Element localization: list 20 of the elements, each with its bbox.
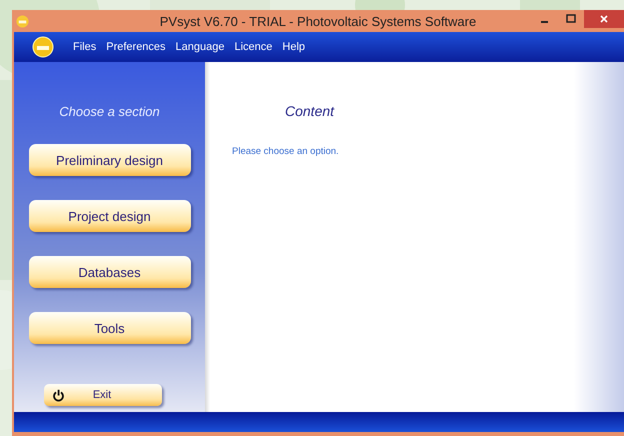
- power-icon: [52, 388, 64, 402]
- menu-item[interactable]: Language: [170, 41, 230, 53]
- sun-logo-icon: [32, 36, 54, 58]
- maximize-icon[interactable]: [566, 14, 576, 24]
- menu-item[interactable]: Help: [277, 41, 310, 53]
- section-button[interactable]: Project design: [28, 200, 190, 232]
- menu-item[interactable]: Preferences: [101, 41, 171, 53]
- window-title: PVsyst V6.70 - TRIAL - Photovoltaic Systems Software: [160, 14, 476, 28]
- section-button[interactable]: Tools: [28, 312, 190, 344]
- exit-button[interactable]: Exit: [44, 384, 162, 406]
- section-button[interactable]: Databases: [28, 256, 190, 288]
- app-logo-icon: [16, 14, 29, 28]
- content-heading: Content: [285, 103, 336, 119]
- message-text: Please choose an option.: [232, 146, 340, 157]
- close-button[interactable]: [584, 10, 624, 28]
- menu-item[interactable]: Licence: [230, 41, 278, 53]
- menu-item[interactable]: Files: [68, 41, 102, 53]
- section-heading: Choose a section: [59, 104, 160, 119]
- section-button[interactable]: Preliminary design: [28, 144, 190, 176]
- close-icon: [599, 14, 609, 24]
